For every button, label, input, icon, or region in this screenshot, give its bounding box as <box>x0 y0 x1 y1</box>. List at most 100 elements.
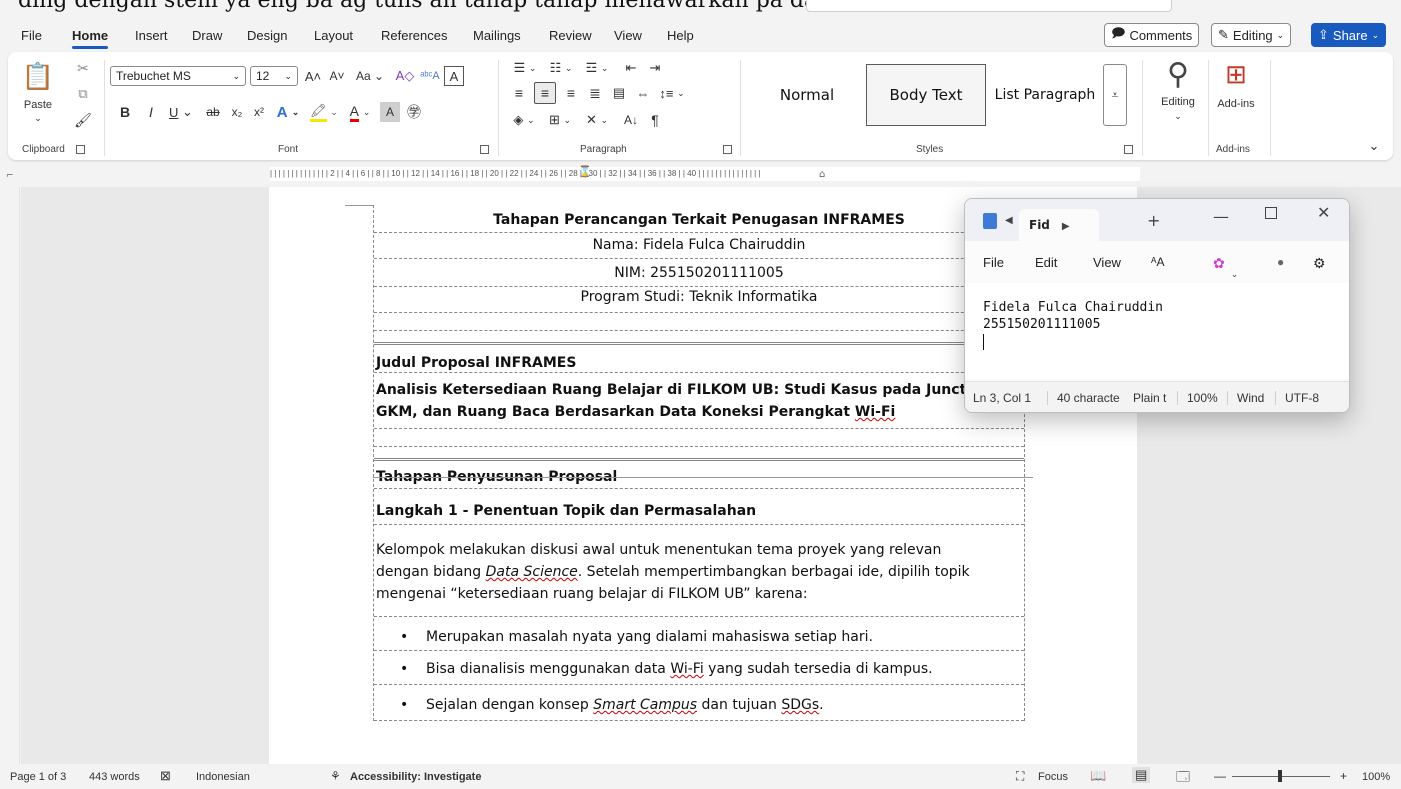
tab-insert[interactable]: Insert <box>135 28 168 43</box>
tab-home[interactable]: Home <box>72 28 109 49</box>
proofing-icon[interactable]: ⊠ <box>160 768 171 784</box>
zoom-level[interactable]: 100% <box>1362 771 1390 783</box>
style-list-paragraph[interactable]: List Paragraph <box>988 64 1102 126</box>
font-launcher-icon[interactable] <box>480 145 489 154</box>
clear-formatting-icon[interactable]: A◇ <box>394 66 416 86</box>
paste-button[interactable]: Paste <box>18 98 58 112</box>
ruler-tab-selector[interactable]: ⌐ <box>6 171 14 181</box>
enclose-characters-icon[interactable]: ㊫ <box>404 102 424 122</box>
chevron-down-icon[interactable]: ⌄ <box>1168 110 1188 122</box>
underline-icon[interactable]: U ⌄ <box>166 102 196 122</box>
table-row[interactable] <box>374 447 1024 461</box>
multilevel-list-icon[interactable]: ☲ ⌄ <box>580 58 614 78</box>
styles-more-icon[interactable]: ⩡ <box>1103 64 1127 126</box>
scroll-left-icon[interactable]: ◀ <box>1005 215 1013 226</box>
list-item[interactable]: • Merupakan masalah nyata yang dialami ma… <box>374 617 1024 651</box>
tab-design[interactable]: Design <box>247 28 287 43</box>
document-table[interactable]: Tahapan Perancangan Terkait Penugasan IN… <box>373 205 1025 721</box>
font-size-icon[interactable]: ᴬA <box>1151 255 1164 269</box>
styles-launcher-icon[interactable] <box>1124 145 1133 154</box>
strikethrough-icon[interactable]: ab <box>202 102 224 122</box>
minimize-icon[interactable]: — <box>1213 207 1229 226</box>
sort-icon[interactable]: A↓ <box>620 110 642 130</box>
increase-indent-icon[interactable]: ⇥ <box>644 58 666 78</box>
table-row[interactable] <box>374 313 1024 331</box>
font-color-icon[interactable]: A ⌄ <box>344 102 376 122</box>
chevron-down-icon[interactable]: ⌄ <box>30 112 46 124</box>
add-ins-button[interactable]: Add-ins <box>1212 96 1260 112</box>
table-row[interactable] <box>374 429 1024 447</box>
paste-icon[interactable]: 📋 <box>22 58 54 94</box>
search-box[interactable] <box>806 0 1172 12</box>
shrink-font-icon[interactable]: A˅ <box>326 66 348 86</box>
focus-button[interactable]: Focus <box>1038 771 1068 783</box>
align-center-icon[interactable]: ≡ <box>534 82 556 104</box>
read-mode-icon[interactable]: 📖 <box>1090 768 1106 784</box>
account-icon[interactable]: ● <box>1277 255 1284 269</box>
search-icon[interactable]: ⚲ <box>1158 56 1198 92</box>
list-item[interactable]: • Bisa dianalisis menggunakan data Wi-Fi … <box>374 651 1024 685</box>
grow-font-icon[interactable]: A˄ <box>302 66 324 86</box>
table-row[interactable]: Kelompok melakukan diskusi awal untuk me… <box>374 525 1024 617</box>
accessibility-status[interactable]: Accessibility: Investigate <box>350 771 481 783</box>
distributed-icon[interactable]: ▤ <box>608 82 630 104</box>
numbering-icon[interactable]: ☷ ⌄ <box>544 58 578 78</box>
close-icon[interactable]: ✕ <box>1317 203 1330 222</box>
copy-icon[interactable]: ⧉ <box>72 84 94 104</box>
notepad-tab[interactable]: Fid ▶ <box>1019 209 1099 241</box>
tab-references[interactable]: References <box>381 28 447 43</box>
shading-icon[interactable]: ◈ ⌄ <box>508 110 540 130</box>
clipboard-launcher-icon[interactable] <box>76 145 85 154</box>
notepad-menu-file[interactable]: File <box>983 255 1004 270</box>
tab-draw[interactable]: Draw <box>192 28 222 43</box>
italic-icon[interactable]: I <box>142 102 160 122</box>
gear-icon[interactable]: ⚙ <box>1313 255 1326 272</box>
text-direction-icon[interactable]: ⇔ <box>632 82 654 104</box>
text-effects-icon[interactable]: A ⌄ <box>272 102 304 122</box>
table-row[interactable]: Langkah 1 - Penentuan Topik dan Permasal… <box>374 489 1024 525</box>
web-layout-icon[interactable]: 🗔 <box>1176 768 1190 789</box>
copilot-icon[interactable]: ✿ ⌄ <box>1213 255 1238 279</box>
notepad-menu-view[interactable]: View <box>1093 255 1121 270</box>
style-body-text[interactable]: Body Text <box>866 64 986 126</box>
font-size-combo[interactable]: 12 ⌄ <box>250 66 298 86</box>
cut-icon[interactable]: ✂ <box>72 58 94 78</box>
table-row[interactable]: Analisis Ketersediaan Ruang Belajar di F… <box>374 373 1024 429</box>
ruler-scale[interactable]: | | | | | | | | | | | | | | 2 | | 4 | | … <box>270 167 1140 181</box>
table-row[interactable]: Program Studi: Teknik Informatika <box>374 287 1024 313</box>
table-row[interactable]: Nama: Fidela Fulca Chairuddin <box>374 233 1024 259</box>
table-row[interactable]: Tahapan Perancangan Terkait Penugasan IN… <box>374 205 1024 233</box>
superscript-icon[interactable]: x² <box>250 102 268 122</box>
table-row[interactable]: Tahapan Penyusunan Proposal <box>374 461 1024 489</box>
bullets-icon[interactable]: ☰ ⌄ <box>508 58 542 78</box>
notepad-menu-edit[interactable]: Edit <box>1035 255 1057 270</box>
word-count[interactable]: 443 words <box>89 771 140 783</box>
paragraph-launcher-icon[interactable] <box>723 145 732 154</box>
tab-view[interactable]: View <box>614 28 642 43</box>
first-line-indent-marker[interactable]: ⌛ <box>578 165 592 178</box>
justify-icon[interactable]: ≣ <box>584 82 606 104</box>
zoom-out-icon[interactable]: — <box>1214 769 1226 783</box>
zoom-in-icon[interactable]: + <box>1340 769 1347 783</box>
asian-layout-icon[interactable]: ✕ ⌄ <box>580 110 614 130</box>
collapse-ribbon-icon[interactable]: ⌄ <box>1364 138 1384 154</box>
notepad-text-area[interactable]: Fidela Fulca Chairuddin 255150201111005 <box>965 283 1349 378</box>
table-row[interactable] <box>374 331 1024 345</box>
new-tab-icon[interactable]: + <box>1147 211 1160 230</box>
decrease-indent-icon[interactable]: ⇤ <box>620 58 642 78</box>
zoom-slider-thumb[interactable] <box>1278 770 1282 782</box>
language-indicator[interactable]: Indonesian <box>196 771 250 783</box>
align-right-icon[interactable]: ≡ <box>560 82 582 104</box>
align-left-icon[interactable]: ≡ <box>508 82 530 104</box>
subscript-icon[interactable]: x₂ <box>228 102 246 122</box>
page-count[interactable]: Page 1 of 3 <box>10 771 66 783</box>
tab-layout[interactable]: Layout <box>314 28 353 43</box>
phonetic-guide-icon[interactable]: ᵃᵇᶜA <box>418 66 442 86</box>
bold-icon[interactable]: B <box>116 102 134 122</box>
print-layout-icon[interactable]: ▤ <box>1132 767 1151 783</box>
editing-button[interactable]: Editing <box>1154 94 1202 110</box>
maximize-icon[interactable] <box>1265 207 1277 219</box>
tab-help[interactable]: Help <box>667 28 694 43</box>
tab-file[interactable]: File <box>21 28 42 43</box>
list-item[interactable]: • Sejalan dengan konsep Smart Campus dan … <box>374 685 1024 721</box>
